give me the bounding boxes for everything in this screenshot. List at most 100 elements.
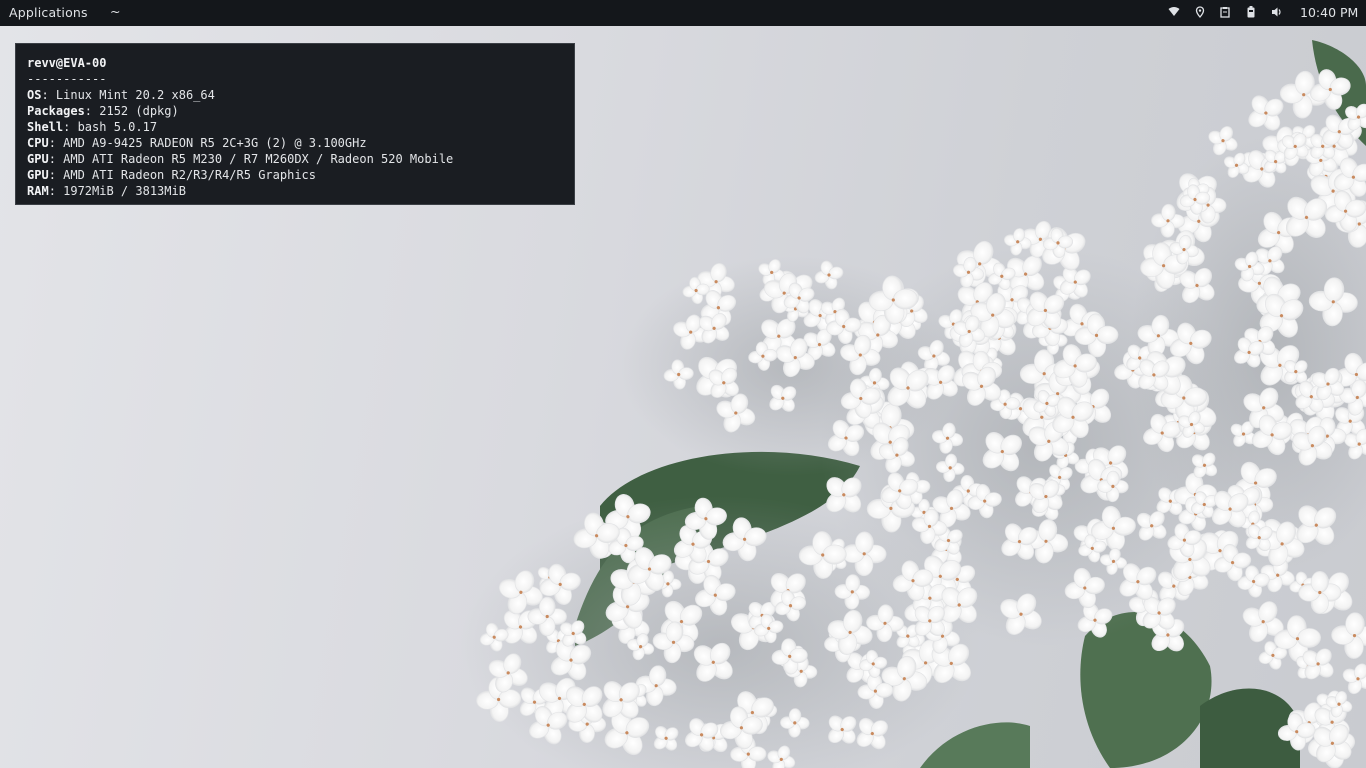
lilac-floret (820, 297, 850, 326)
lilac-floret (730, 691, 774, 735)
lilac-floret (1310, 133, 1336, 159)
lilac-floret (982, 320, 1017, 356)
lilac-floret (1007, 255, 1045, 293)
lilac-floret (1296, 654, 1321, 679)
lilac-floret (882, 303, 918, 340)
lilac-floret (821, 547, 847, 572)
applications-menu-button[interactable]: Applications (9, 5, 88, 20)
lilac-floret (859, 649, 888, 678)
info-value: : AMD ATI Radeon R2/R3/R4/R5 Graphics (48, 168, 316, 182)
lilac-floret (952, 309, 999, 357)
lilac-floret (605, 584, 650, 629)
lilac-floret (975, 347, 1003, 375)
lilac-floret (932, 489, 971, 528)
lilac-floret (1345, 103, 1366, 131)
lilac-floret (697, 263, 735, 301)
lilac-floret (770, 573, 806, 609)
lilac-floret (1074, 448, 1111, 485)
lilac-floret (731, 605, 776, 651)
lilac-floret (1311, 367, 1345, 401)
lilac-floret (1169, 234, 1199, 265)
lilac-floret (1251, 414, 1293, 456)
lilac-floret (1169, 322, 1212, 365)
lilac-floret (1225, 484, 1261, 520)
lilac-floret (1074, 388, 1112, 425)
terminal-window[interactable]: revv@EVA-00 ----------- OS: Linux Mint 2… (15, 43, 575, 205)
clock[interactable]: 10:40 PM (1300, 5, 1358, 20)
lilac-floret (1143, 241, 1184, 282)
location-icon[interactable] (1194, 6, 1206, 18)
lilac-floret (761, 318, 797, 354)
lilac-floret (931, 643, 971, 684)
lilac-floret (529, 706, 568, 745)
lilac-floret (673, 525, 713, 564)
lilac-floret (1322, 114, 1357, 149)
lilac-floret (1064, 567, 1105, 609)
wifi-icon[interactable] (1168, 6, 1180, 18)
lilac-floret (827, 419, 865, 457)
lilac-floret (1300, 376, 1346, 423)
lilac-floret (1243, 150, 1281, 188)
lilac-floret (911, 508, 948, 545)
lilac-floret (1038, 478, 1066, 506)
lilac-floret (1032, 310, 1068, 347)
volume-icon[interactable] (1271, 6, 1283, 18)
user-host-title: revv@EVA-00 (27, 56, 107, 70)
lilac-floret (747, 697, 778, 728)
lilac-floret (898, 472, 931, 505)
lilac-floret (1292, 125, 1317, 149)
lilac-floret (1176, 414, 1212, 451)
lilac-floret (1259, 293, 1304, 338)
lilac-floret (1147, 256, 1183, 292)
leaf (575, 506, 700, 646)
info-row-gpu: GPU: AMD ATI Radeon R2/R3/R4/R5 Graphics (27, 167, 574, 183)
lilac-floret (846, 391, 884, 429)
lilac-floret (479, 622, 509, 652)
lilac-floret (748, 341, 778, 371)
lilac-floret (1151, 618, 1185, 652)
lilac-floret (1242, 601, 1284, 643)
lilac-floret (1033, 389, 1061, 417)
lilac-floret (910, 498, 938, 526)
lilac-floret (1294, 375, 1335, 416)
lilac-floret (1178, 411, 1205, 438)
lilac-floret (1273, 412, 1305, 445)
lilac-floret (605, 494, 651, 540)
workspace-indicator[interactable]: ~ (110, 4, 120, 19)
info-key: OS (27, 88, 42, 102)
info-row-cpu: CPU: AMD A9-9425 RADEON R5 2C+3G (2) @ 3… (27, 135, 574, 151)
info-value: : AMD A9-9425 RADEON R5 2C+3G (2) @ 3.10… (48, 136, 367, 150)
lilac-floret (939, 561, 976, 598)
lilac-floret (941, 586, 978, 624)
lilac-floret (1234, 337, 1265, 368)
lilac-floret (546, 628, 571, 654)
lilac-floret (1151, 203, 1185, 238)
lilac-floret (1080, 458, 1123, 501)
info-key: Shell (27, 120, 64, 134)
lilac-floret (820, 538, 845, 563)
lilac-floret (934, 526, 963, 555)
lilac-floret (1288, 702, 1330, 744)
lilac-floret (696, 356, 737, 398)
lilac-floret (1141, 351, 1186, 395)
lilac-floret (1316, 703, 1343, 731)
lilac-floret (769, 384, 797, 412)
lilac-floret (1046, 464, 1073, 491)
lilac-floret (1324, 190, 1366, 232)
lilac-floret (1343, 428, 1366, 460)
lilac-floret (828, 627, 853, 652)
lilac-floret (1314, 126, 1354, 167)
lilac-floret (1034, 370, 1082, 418)
lilac-floret (654, 570, 682, 598)
lilac-floret (824, 625, 862, 663)
lilac-floret (988, 310, 1017, 339)
lilac-floret (894, 361, 935, 402)
lilac-floret (1234, 461, 1277, 505)
lilac-floret (780, 708, 810, 738)
leaf (1312, 40, 1366, 146)
lilac-floret (1159, 230, 1205, 276)
clipboard-icon[interactable] (1219, 6, 1231, 18)
lilac-floret (779, 644, 804, 669)
top-panel: Applications ~ 10:40 PM (0, 0, 1366, 26)
battery-icon[interactable] (1245, 6, 1257, 18)
